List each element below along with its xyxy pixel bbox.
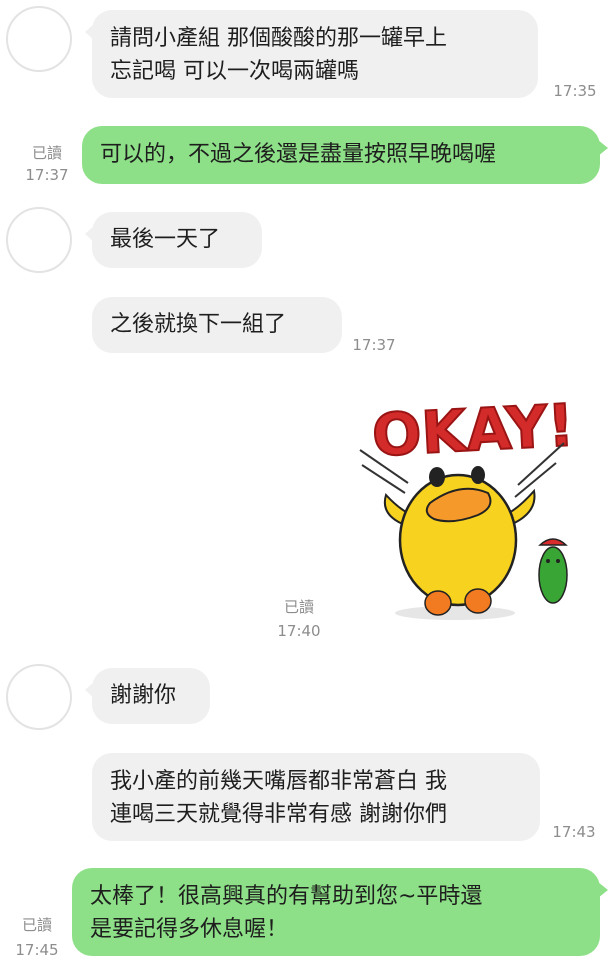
incoming-message-bubble[interactable]: 之後就換下一組了 [92,297,342,353]
read-receipt: 已讀 [31,144,62,162]
message-timestamp: 17:35 [553,82,597,100]
message-timestamp: 17:37 [352,336,396,354]
message-timestamp: 17:40 [277,622,321,640]
read-receipt: 已讀 [283,598,314,616]
avatar[interactable] [6,664,72,730]
sticker-caption: OKAY! [370,391,575,469]
incoming-message-bubble[interactable]: 請問小產組 那個酸酸的那一罐早上 忘記喝 可以一次喝兩罐嗎 [85,10,538,98]
outgoing-message-bubble[interactable]: 可以的，不過之後還是盡量按照早晚喝喔 [82,126,608,184]
read-receipt: 已讀 [21,916,52,934]
avatar[interactable] [6,6,72,72]
message-timestamp: 17:43 [552,823,596,841]
message-timestamp: 17:45 [15,941,59,959]
outgoing-message-bubble[interactable]: 太棒了！很高興真的有幫助到您~平時還 是要記得多休息喔！ [72,868,608,956]
message-timestamp: 17:37 [25,166,69,184]
sticker-okay-duck[interactable]: OKAY! [350,385,580,625]
incoming-message-bubble[interactable]: 謝謝你 [85,668,210,724]
incoming-message-bubble[interactable]: 我小產的前幾天嘴唇都非常蒼白 我 連喝三天就覺得非常有感 謝謝你們 [92,753,540,841]
incoming-message-bubble[interactable]: 最後一天了 [85,212,262,268]
duck-sticker-image: OKAY! [359,390,577,620]
avatar[interactable] [6,207,72,273]
